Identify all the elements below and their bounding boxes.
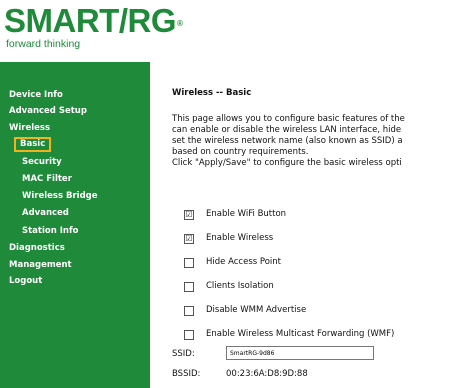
- sidebar-item-advanced-setup[interactable]: Advanced Setup: [9, 106, 87, 116]
- checkbox-label: Disable WMM Advertise: [206, 305, 307, 315]
- enable-wireless-checkbox[interactable]: ☑: [184, 234, 194, 244]
- description-line: based on country requirements.: [172, 147, 309, 157]
- sidebar-item-security[interactable]: Security: [22, 157, 62, 167]
- sidebar-item-advanced[interactable]: Advanced: [22, 208, 69, 218]
- sidebar-item-wireless-bridge[interactable]: Wireless Bridge: [22, 191, 98, 201]
- bssid-value: 00:23:6A:D8:9D:88: [226, 369, 308, 379]
- sidebar-item-mac-filter[interactable]: MAC Filter: [22, 174, 72, 184]
- sidebar-item-basic[interactable]: Basic: [14, 137, 52, 152]
- registered-mark: ®: [177, 19, 183, 28]
- clients-isolation-checkbox[interactable]: [184, 282, 194, 292]
- description-line: set the wireless network name (also know…: [172, 136, 403, 146]
- checkbox-label: Enable WiFi Button: [206, 209, 287, 219]
- hide-access-point-checkbox[interactable]: [184, 258, 194, 268]
- ssid-label: SSID:: [172, 349, 195, 359]
- enable-wmf-checkbox[interactable]: [184, 330, 194, 340]
- sidebar-nav: Device Info Advanced Setup Wireless Basi…: [0, 62, 150, 388]
- checkbox-label: Clients Isolation: [206, 281, 274, 291]
- bssid-label: BSSID:: [172, 369, 201, 379]
- disable-wmm-advertise-checkbox[interactable]: [184, 306, 194, 316]
- ssid-input[interactable]: [226, 346, 374, 360]
- checkbox-label: Enable Wireless Multicast Forwarding (WM…: [206, 329, 395, 339]
- page-title: Wireless -- Basic: [172, 88, 252, 98]
- sidebar-item-station-info[interactable]: Station Info: [22, 226, 79, 236]
- checkbox-label: Enable Wireless: [206, 233, 274, 243]
- sidebar-item-device-info[interactable]: Device Info: [9, 90, 63, 100]
- checkbox-label: Hide Access Point: [206, 257, 281, 267]
- tagline: forward thinking: [6, 38, 81, 50]
- description-line: can enable or disable the wireless LAN i…: [172, 125, 402, 135]
- sidebar-item-diagnostics[interactable]: Diagnostics: [9, 243, 65, 253]
- sidebar-item-wireless[interactable]: Wireless: [9, 123, 50, 133]
- smartrg-logo: SMART/RG®: [4, 2, 183, 39]
- description-line: Click "Apply/Save" to configure the basi…: [172, 158, 402, 168]
- description-line: This page allows you to configure basic …: [172, 114, 405, 124]
- logo-text: SMART/RG: [4, 2, 177, 39]
- header: SMART/RG® forward thinking: [0, 0, 450, 62]
- main-content: Wireless -- Basic This page allows you t…: [150, 62, 450, 388]
- sidebar-item-management[interactable]: Management: [9, 260, 72, 270]
- enable-wifi-button-checkbox[interactable]: ☑: [184, 210, 194, 220]
- sidebar-item-logout[interactable]: Logout: [9, 276, 42, 286]
